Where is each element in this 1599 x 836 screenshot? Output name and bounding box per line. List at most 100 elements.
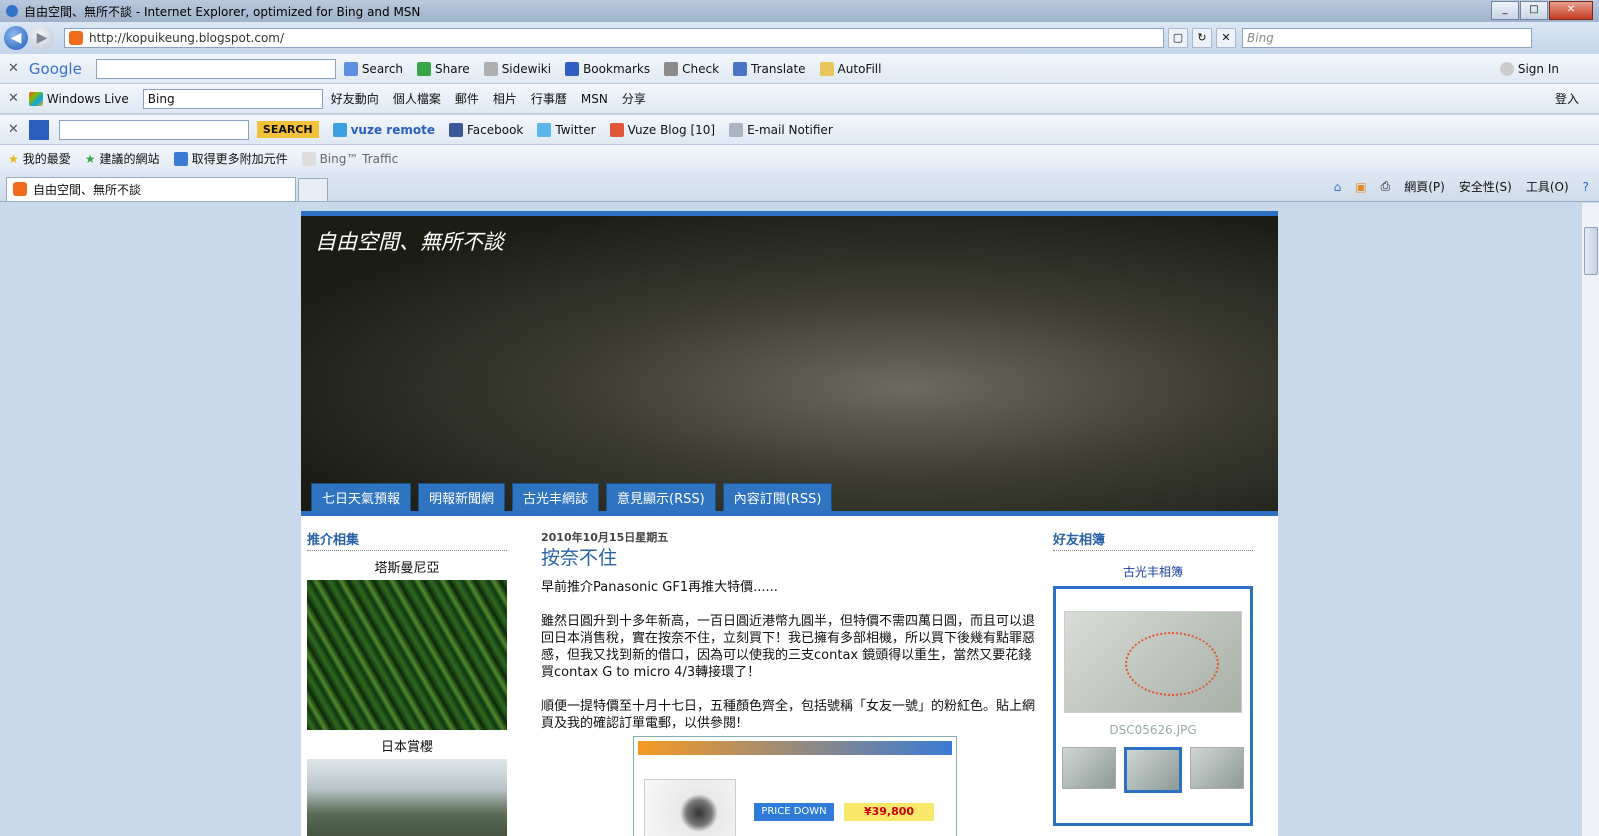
windows-live-logo: Windows Live [28,91,129,106]
vuze-remote-button[interactable]: vuze remote [332,122,435,137]
google-check-button[interactable]: Check [664,61,719,76]
wl-item-mail[interactable]: 郵件 [455,90,479,107]
screenshot-header [638,741,952,755]
friends-albums-heading: 好友相簿 [1053,529,1253,551]
post-paragraph: 早前推介Panasonic GF1再推大特價...... [541,580,778,595]
safety-menu[interactable]: 安全性(S) [1459,178,1512,195]
nav-posts-rss[interactable]: 內容訂閱(RSS) [722,483,833,511]
rss-icon[interactable]: ▣ [1355,180,1366,194]
order-screenshot[interactable]: PRICE DOWN ¥39,800 [633,736,957,836]
google-share-button[interactable]: Share [417,61,470,76]
post-title[interactable]: 按奈不住 [541,549,1041,568]
nav-mingpao[interactable]: 明報新聞網 [418,483,506,511]
wl-item-share[interactable]: 分享 [622,90,646,107]
bing-search-input[interactable]: Bing [1242,28,1532,48]
post-date: 2010年10月15日星期五 [541,531,669,544]
nav-comments-rss[interactable]: 意見顯示(RSS) [606,483,716,511]
blog-post: 2010年10月15日星期五 按奈不住 早前推介Panasonic GF1再推大… [541,529,1041,836]
email-notifier-button[interactable]: E-mail Notifier [729,122,833,137]
minimize-button[interactable]: _ [1491,1,1519,20]
windows-live-toolbar: ✕ Windows Live Bing 好友動向 個人檔案 郵件 相片 行事曆 … [0,84,1599,114]
close-toolbar-icon[interactable]: ✕ [8,91,19,106]
address-bar[interactable]: http://kopuikeung.blogspot.com/ [64,28,1164,48]
stop-icon[interactable]: ✕ [1216,28,1236,48]
window-titlebar: 自由空間、無所不談 - Internet Explorer, optimized… [0,0,1599,22]
google-search-input[interactable] [95,58,336,79]
google-search-button[interactable]: Search [343,61,403,76]
left-sidebar: 推介相集 塔斯曼尼亞 日本賞櫻 [307,529,507,836]
new-tab-button[interactable] [298,177,328,201]
wl-item-profile[interactable]: 個人檔案 [393,90,441,107]
print-icon[interactable]: ⎙ [1381,179,1391,194]
featured-albums-heading: 推介相集 [307,529,507,551]
compat-view-icon[interactable]: ▢ [1168,28,1188,48]
envelope-icon [729,122,744,137]
tab-active[interactable]: 自由空間、無所不談 [6,176,296,201]
twitter-button[interactable]: Twitter [537,122,596,137]
blogger-icon [69,31,83,45]
page-viewport: 自由空間、無所不談 七日天氣預報 明報新聞網 古光丰網誌 意見顯示(RSS) 內… [0,203,1582,836]
wl-item-calendar[interactable]: 行事曆 [531,90,567,107]
wl-item-friends[interactable]: 好友動向 [331,90,379,107]
vertical-scrollbar[interactable] [1581,203,1599,836]
close-toolbar-icon[interactable]: ✕ [8,61,19,76]
google-toolbar: ✕ Google Search Share Sidewiki Bookmarks… [0,54,1599,84]
google-sidewiki-button[interactable]: Sidewiki [483,61,551,76]
page-menu[interactable]: 網頁(P) [1404,178,1445,195]
scrollbar-thumb[interactable] [1584,227,1598,275]
add-favorite-icon: ★ [84,151,96,166]
close-window-button[interactable]: ✕ [1549,1,1593,20]
album-caption[interactable]: 日本賞櫻 [307,736,507,755]
close-toolbar-icon[interactable]: ✕ [8,122,19,137]
vuze-logo-icon [28,119,49,140]
post-paragraph: 順便一提特價至十月十七日，五種顏色齊全，包括號稱「女友一號」的粉紅色。貼上網頁及… [541,699,1036,731]
post-paragraph: 雖然日圓升到十多年新高，一百日圓近港幣九圓半，但特價不需四萬日圓，而且可以退回日… [541,614,1036,680]
right-sidebar: 好友相簿 古光丰相簿 DSC05626.JPG [1053,529,1253,826]
chili-photo[interactable] [307,580,507,730]
album-caption[interactable]: 塔斯曼尼亞 [307,557,507,576]
google-signin-button[interactable]: Sign In [1499,61,1559,76]
help-icon[interactable]: ? [1583,180,1589,194]
wl-login-button[interactable]: 登入 [1555,90,1579,107]
spellcheck-icon [664,61,679,76]
forward-button[interactable]: ▶ [30,26,54,50]
tab-bar: 自由空間、無所不談 ⌂ ▣ ⎙ 網頁(P) 安全性(S) 工具(O) ? [0,172,1599,202]
wl-item-photos[interactable]: 相片 [493,90,517,107]
address-url: http://kopuikeung.blogspot.com/ [89,31,285,45]
facebook-button[interactable]: Facebook [448,122,523,137]
thumbnail[interactable] [1062,747,1116,789]
vuze-search-button[interactable]: SEARCH [256,121,319,138]
screenshot-price: ¥39,800 [844,803,934,821]
map-photo[interactable] [1064,611,1242,713]
nav-weather[interactable]: 七日天氣預報 [311,483,412,511]
google-translate-button[interactable]: Translate [733,61,806,76]
favorites-button[interactable]: ★ 我的最愛 [8,150,71,167]
windows-live-search-input[interactable]: Bing [142,88,323,109]
vuze-blog-count: [10] [690,122,716,137]
thumbnail[interactable] [1190,747,1244,789]
favorites-bar: ★ 我的最愛 ★ 建議的網站 取得更多附加元件 Bing™ Traffic [0,145,1599,172]
wl-item-msn[interactable]: MSN [581,92,608,106]
command-bar: ⌂ ▣ ⎙ 網頁(P) 安全性(S) 工具(O) ? [1320,178,1599,195]
thumbnail-selected[interactable] [1124,747,1182,793]
google-bookmarks-button[interactable]: Bookmarks [565,61,650,76]
twitter-icon [537,122,552,137]
refresh-icon[interactable]: ↻ [1192,28,1212,48]
home-icon[interactable]: ⌂ [1334,180,1342,194]
maximize-button[interactable]: □ [1520,1,1548,20]
back-button[interactable]: ◀ [4,26,28,50]
tools-menu[interactable]: 工具(O) [1526,178,1569,195]
suggested-sites-button[interactable]: ★ 建議的網站 [85,150,160,167]
get-addons-button[interactable]: 取得更多附加元件 [173,150,288,167]
album-title[interactable]: 古光丰相簿 [1053,563,1253,580]
vuze-search-input[interactable] [58,119,249,140]
vuze-blog-button[interactable]: Vuze Blog [10] [609,122,716,137]
share-icon [417,61,432,76]
bing-traffic-button[interactable]: Bing™ Traffic [301,151,398,166]
temple-photo[interactable] [307,759,507,836]
google-autofill-button[interactable]: AutoFill [819,61,881,76]
price-down-badge: PRICE DOWN [754,803,834,821]
nav-blog[interactable]: 古光丰網誌 [512,483,600,511]
photo-filename: DSC05626.JPG [1109,723,1197,737]
sidewiki-icon [483,61,498,76]
